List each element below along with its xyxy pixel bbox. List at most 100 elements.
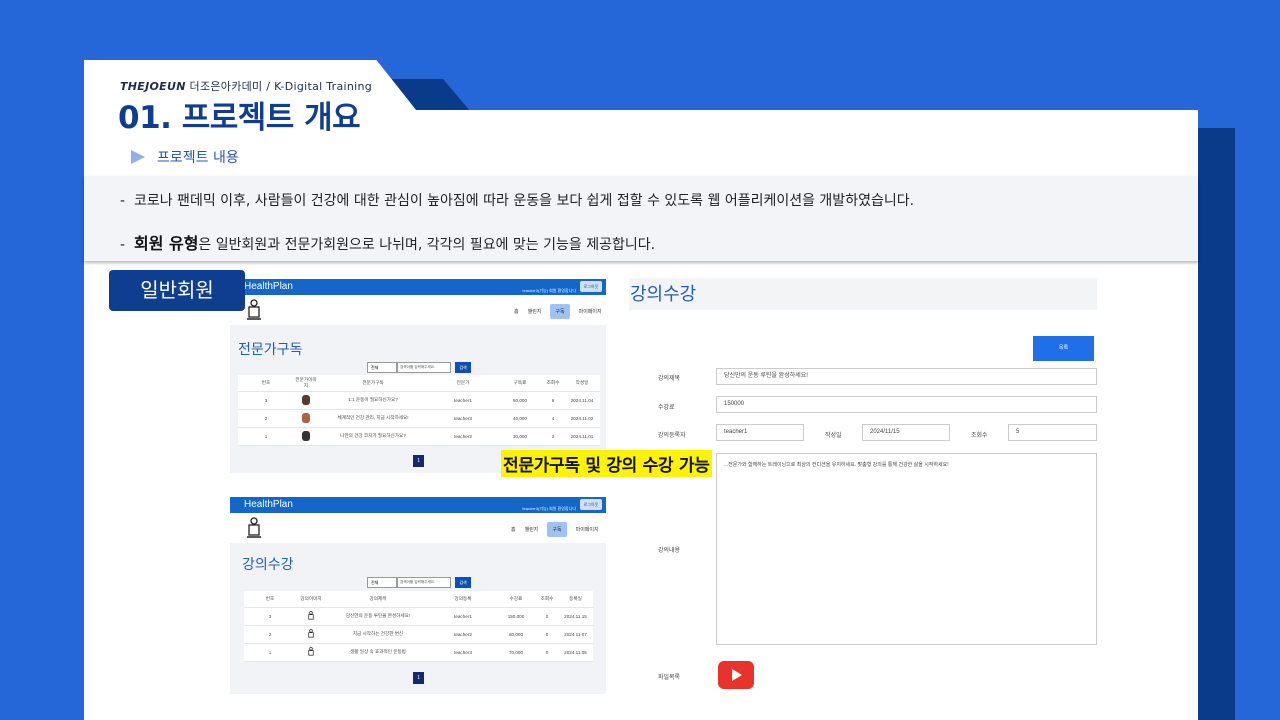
app-brand: HealthPlan [244,281,293,292]
nav-home[interactable]: 홈 [514,308,519,315]
bullet-line-1: - 코로나 팬데믹 이후, 사람들이 건강에 대한 관심이 높아짐에 따라 운동… [120,190,914,210]
table-row[interactable]: 1 생활 일상 속 효과적인 운동법 teacher3 70,000 0 2024.11.… [244,643,593,662]
cell-no: 1 [238,427,294,446]
cell-expert: teacher1 [428,391,498,410]
col-header: 구독료 [498,375,542,392]
cell-title[interactable]: 당신만의 운동 루틴을 완성하세요! [326,607,430,626]
table-header-row: 번호 강의이미지 강의제목 강의등록 수강료 조회수 등록일 [244,591,593,608]
subscription-table: 번호 전문가이미지 전문가구독 전문가 구독료 조회수 작성일 3 1:1 운동이 필요하신가… [238,375,600,446]
nav-mypage[interactable]: 마이페이지 [579,308,602,315]
table-row[interactable]: 2 지금 시작하는 건강한 변신 teacher2 60,000 0 2024.11.07 [244,625,593,644]
cell-author: teacher2 [430,625,496,644]
cell-image [296,625,326,644]
triangle-bullet-icon [131,150,145,164]
nav-subscribe[interactable]: 구독 [547,522,567,537]
page-title: 01. 프로젝트 개요 [118,100,361,136]
fee-label: 수강료 [658,405,675,411]
list-button[interactable]: 목록 [1033,336,1094,361]
cell-date: 2024.11.02 [564,409,600,428]
pagination-page[interactable]: 1 [413,455,424,467]
cell-date: 2024.11.07 [558,625,593,644]
content-textarea[interactable]: ...전문가와 함께하는 트레이닝으로 최상의 컨디션을 유지하세요. 맞춤형 … [716,453,1097,645]
youtube-play-icon[interactable] [718,661,754,689]
date-field[interactable]: 2024/11/15 [862,424,950,441]
highlight-caption: 전문가구독 및 강의 수강 가능 [501,450,712,477]
search-bar: 전체 검색어를 입력해주세요. 검색 [367,362,473,373]
cell-fee: 150,000 [496,607,536,626]
cell-title[interactable]: 1:1 운동이 필요하신가요? [318,391,428,410]
cell-author: teacher1 [430,607,496,626]
col-header: 강의이미지 [296,591,326,608]
cell-image [296,607,326,626]
fee-field[interactable]: 150000 [716,396,1097,413]
nav-subscribe[interactable]: 구독 [550,304,570,319]
dash: - [120,237,126,253]
lecture-thumb-icon [308,646,314,656]
logout-button[interactable]: 로그아웃 [580,281,602,292]
search-select[interactable]: 전체 [367,577,397,588]
cell-expert: teacher2 [428,427,498,446]
search-input[interactable]: 검색어를 입력해주세요. [397,577,451,588]
table-row[interactable]: 1 나만의 건강 코치가 필요하신가요? teacher2 30,000 3 2024.1… [238,427,600,446]
cell-title[interactable]: 나만의 건강 코치가 필요하신가요? [318,427,428,446]
app-nav: 홈 챌린지 구독 마이페이지 [502,522,599,537]
cell-author: teacher3 [430,643,496,662]
cell-no: 2 [238,409,294,428]
screenshot-lecture-list: HealthPlan teacher3(기능) 회원 환영합니다 로그아웃 홈 챌… [230,497,606,694]
cell-title[interactable]: 생활 일상 속 효과적인 운동법 [326,643,430,662]
col-header: 강의제목 [326,591,430,608]
search-bar: 전체 검색어를 입력해주세요. 검색 [367,577,473,588]
title-field[interactable]: 당신만의 운동 루틴을 완성하세요! [716,368,1097,385]
background-dark-strip [1198,128,1235,720]
healthplan-logo-icon [247,517,261,538]
cell-title[interactable]: 지금 시작하는 건강한 변신 [326,625,430,644]
screenshot-lecture-detail: 강의수강 목록 강의제목 당신만의 운동 루틴을 완성하세요! 수강료 1500… [629,278,1097,698]
nav-home[interactable]: 홈 [511,526,516,533]
cell-no: 3 [244,607,296,626]
col-header: 전문가구독 [318,375,428,392]
user-greeting: teacher3(기능) 회원 환영합니다 [522,288,576,293]
search-button[interactable]: 검색 [455,577,471,588]
cell-date: 2024.11.01 [564,427,600,446]
views-field[interactable]: 5 [1008,424,1097,441]
col-header: 전문가 [428,375,498,392]
col-header: 수강료 [496,591,536,608]
cell-image [294,391,318,410]
section-title: 전문가구독 [238,341,303,357]
date-label: 작성일 [825,433,842,439]
cell-no: 3 [238,391,294,410]
pagination-page[interactable]: 1 [413,672,424,684]
cell-views: 3 [542,427,564,446]
app-brand: HealthPlan [244,499,293,510]
nav-challenge[interactable]: 챌린지 [525,526,539,533]
table-row[interactable]: 3 1:1 운동이 필요하신가요? teacher1 50,000 6 2024.11.0… [238,391,600,410]
search-input[interactable]: 검색어를 입력해주세요. [397,362,451,373]
table-row[interactable]: 3 당신만의 운동 루틴을 완성하세요! teacher1 150,000 0 2024.… [244,607,593,626]
cell-no: 2 [244,625,296,644]
cell-image [294,427,318,446]
cell-title[interactable]: 체계적인 건강 관리, 지금 시작하세요! [318,409,428,428]
nav-challenge[interactable]: 챌린지 [528,308,542,315]
cell-views: 4 [542,409,564,428]
author-field[interactable]: teacher1 [716,424,804,441]
search-select[interactable]: 전체 [367,362,397,373]
cell-date: 2024.11.05 [558,643,593,662]
search-button[interactable]: 검색 [455,362,471,373]
dash: - [120,193,126,209]
cell-no: 1 [244,643,296,662]
col-header: 조회수 [536,591,558,608]
col-header: 강의등록 [430,591,496,608]
table-header-row: 번호 전문가이미지 전문가구독 전문가 구독료 조회수 작성일 [238,375,600,392]
nav-mypage[interactable]: 마이페이지 [576,526,599,533]
bullet-text-1: 코로나 팬데믹 이후, 사람들이 건강에 대한 관심이 높아짐에 따라 운동을 … [133,193,915,209]
expert-avatar [302,430,310,441]
file-label: 파일목록 [658,675,681,681]
bullet-text-2: 은 일반회원과 전문가회원으로 나뉘며, 각각의 필요에 맞는 기능을 제공합니… [198,237,656,253]
section-subtitle: 프로젝트 내용 [157,150,239,166]
table-row[interactable]: 2 체계적인 건강 관리, 지금 시작하세요! teacher3 40,000 4 202… [238,409,600,428]
cell-views: 6 [542,391,564,410]
author-label: 강의등록자 [658,433,686,439]
user-greeting: teacher3(기능) 회원 환영합니다 [522,506,576,511]
lecture-thumb-icon [308,610,314,620]
logout-button[interactable]: 로그아웃 [580,499,602,510]
